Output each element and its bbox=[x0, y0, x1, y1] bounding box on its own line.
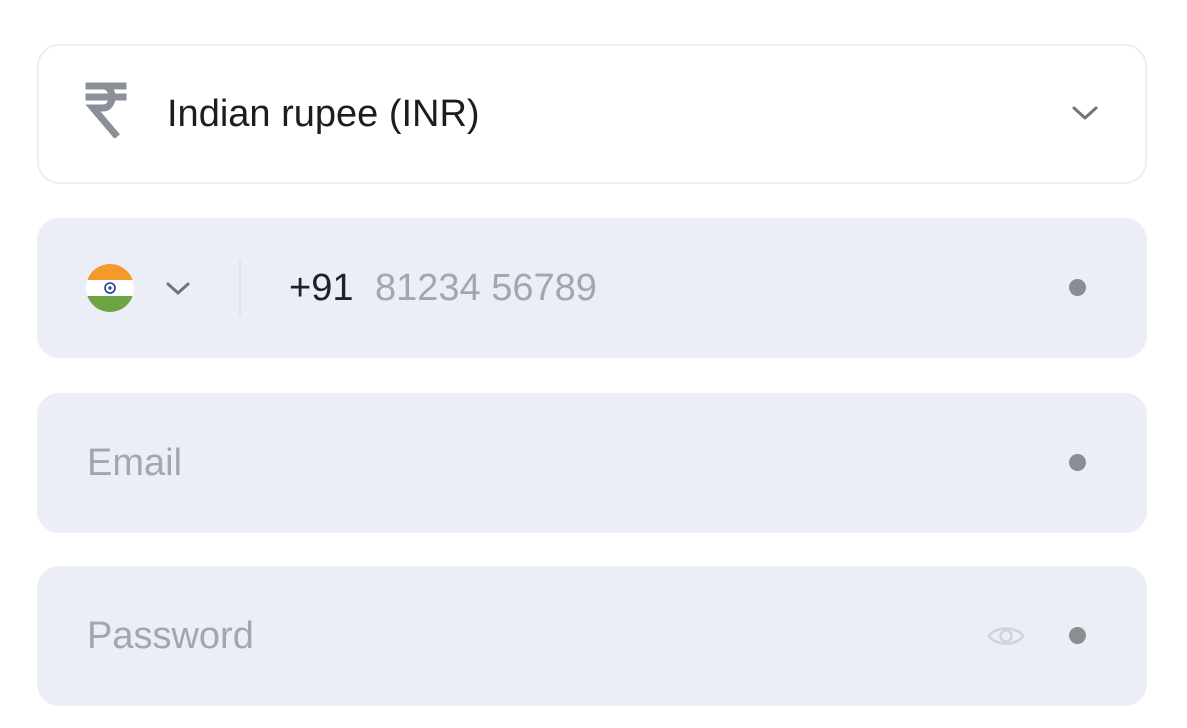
password-field bbox=[37, 566, 1147, 706]
phone-field: +91 bbox=[37, 218, 1147, 358]
signup-form: Indian rupee (INR) +91 bbox=[0, 0, 1187, 728]
currency-selected-label: Indian rupee (INR) bbox=[167, 93, 480, 135]
india-flag-icon bbox=[86, 264, 134, 312]
email-input[interactable] bbox=[87, 437, 947, 489]
chevron-down-icon[interactable] bbox=[165, 280, 191, 297]
field-divider bbox=[239, 260, 241, 316]
required-indicator bbox=[1069, 279, 1086, 296]
currency-select[interactable]: Indian rupee (INR) bbox=[37, 44, 1147, 184]
required-indicator bbox=[1069, 627, 1086, 644]
password-input[interactable] bbox=[87, 610, 947, 662]
country-code-picker[interactable] bbox=[85, 264, 195, 312]
phone-input[interactable] bbox=[375, 262, 995, 314]
dial-code: +91 bbox=[289, 267, 354, 309]
chevron-down-icon[interactable] bbox=[1071, 104, 1099, 122]
rupee-icon bbox=[85, 82, 127, 138]
required-indicator bbox=[1069, 454, 1086, 471]
email-field bbox=[37, 393, 1147, 533]
eye-icon[interactable] bbox=[987, 622, 1025, 650]
